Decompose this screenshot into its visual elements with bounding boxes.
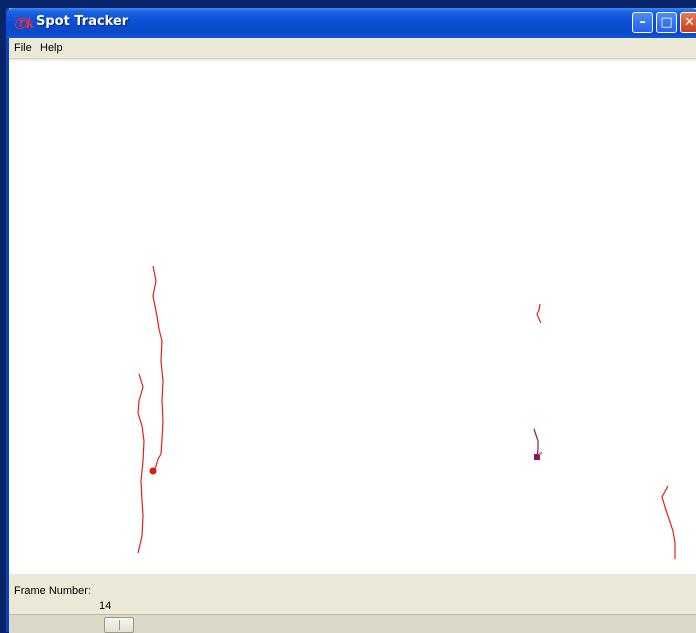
frame-number-label: Frame Number: [14, 585, 92, 597]
maximize-button[interactable]: □ [656, 12, 677, 33]
tracking-canvas[interactable] [9, 60, 696, 574]
menu-help[interactable]: Help [40, 42, 63, 54]
window-title: Spot Tracker [36, 14, 129, 29]
frame-control-panel: Frame Number: 14 [9, 574, 696, 633]
frame-number-value: 14 [99, 600, 112, 612]
title-bar[interactable]: Ⓣk Spot Tracker – □ ✕ [6, 8, 696, 38]
track-path-1 [152, 265, 164, 472]
tracks-svg [137, 265, 676, 559]
tracked-spot-1[interactable] [149, 467, 157, 475]
track-path-2 [137, 373, 145, 554]
app-icon: Ⓣk [14, 17, 35, 31]
menu-file[interactable]: File [14, 42, 32, 54]
track-path-5 [661, 485, 676, 559]
close-button[interactable]: ✕ [680, 12, 696, 33]
track-path-3 [536, 303, 542, 324]
menu-bar: File Help [9, 38, 696, 59]
frame-slider[interactable] [9, 614, 696, 633]
track-path-4 [533, 428, 539, 458]
spot-marker-2 [539, 452, 542, 455]
minimize-button[interactable]: – [632, 12, 653, 33]
app-window: Ⓣk Spot Tracker – □ ✕ File Help Frame Nu… [6, 8, 696, 633]
frame-slider-thumb[interactable] [104, 617, 134, 633]
